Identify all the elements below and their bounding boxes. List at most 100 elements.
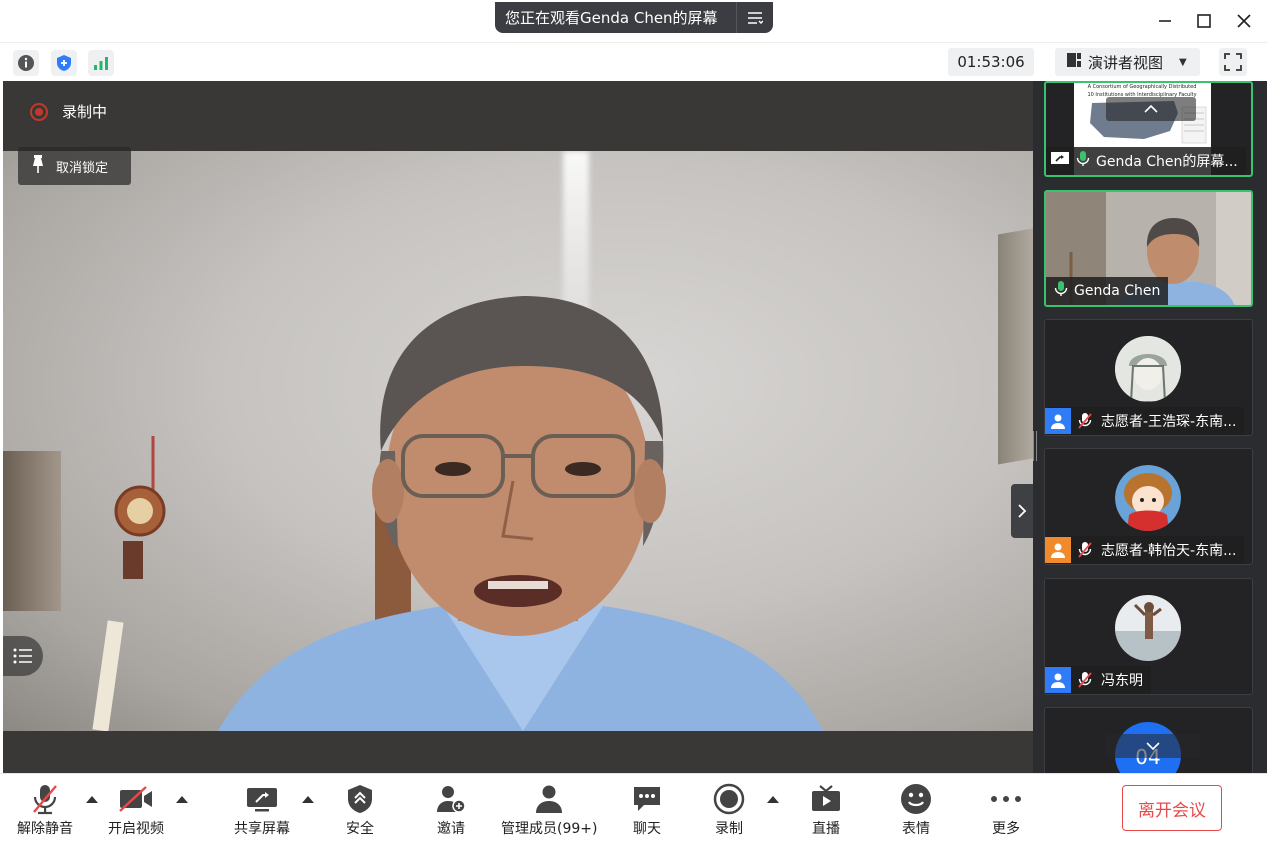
leave-meeting-button[interactable]: 离开会议	[1122, 785, 1222, 831]
mic-muted-icon	[1075, 411, 1095, 431]
user-icon	[1045, 537, 1071, 563]
screen-tile-namebar: Genda Chen的屏幕...	[1046, 147, 1246, 175]
list-menu-icon[interactable]	[3, 636, 43, 676]
share-options-caret[interactable]	[301, 794, 315, 804]
reactions-label: 表情	[902, 821, 930, 837]
share-screen-icon	[245, 782, 279, 816]
participant-tile[interactable]: 冯东明	[1044, 578, 1253, 695]
manage-members-button[interactable]: 管理成员(99+)	[501, 782, 597, 838]
meeting-window: 您正在观看Genda Chen的屏幕 01:53:06 演讲者视图 ▼ 录制中 …	[0, 0, 1267, 845]
chat-button[interactable]: 聊天	[632, 782, 662, 838]
pin-icon	[32, 154, 44, 178]
close-icon[interactable]	[1231, 8, 1257, 34]
add-user-icon	[435, 782, 467, 816]
user-icon	[1045, 408, 1071, 434]
avatar	[1115, 465, 1181, 531]
record-dot-icon	[30, 102, 48, 121]
mic-active-icon	[1054, 280, 1068, 302]
audio-options-caret[interactable]	[85, 794, 99, 804]
screen-share-icon	[1050, 151, 1070, 171]
speaker-video-stage: 录制中 取消锁定	[3, 81, 1033, 773]
share-screen-button[interactable]: 共享屏幕	[234, 782, 290, 838]
minimize-icon[interactable]	[1152, 8, 1178, 34]
info-icon[interactable]	[13, 50, 39, 76]
chat-label: 聊天	[633, 821, 661, 837]
members-icon	[534, 782, 564, 816]
participant-namebar: 志愿者-韩怡天-东南...	[1045, 536, 1245, 564]
live-label: 直播	[812, 821, 840, 837]
shield-icon[interactable]	[51, 50, 77, 76]
svg-text:A Consortium of Geographically: A Consortium of Geographically Distribut…	[1088, 84, 1197, 90]
screen-share-tile[interactable]: A Consortium of Geographically Distribut…	[1044, 81, 1253, 177]
share-menu-icon[interactable]	[737, 2, 773, 33]
fullscreen-icon[interactable]	[1219, 48, 1247, 76]
view-mode-dropdown[interactable]: 演讲者视图 ▼	[1055, 48, 1200, 76]
participant-namebar: 志愿者-王浩琛-东南...	[1045, 407, 1245, 435]
record-button[interactable]: 录制	[713, 782, 745, 838]
screen-tile-name: Genda Chen的屏幕...	[1096, 154, 1238, 170]
meeting-toolbar: 解除静音 开启视频 共享屏幕 安全 邀请 管理成员(99+) 聊天 录制 直播 …	[0, 773, 1267, 845]
live-button[interactable]: 直播	[810, 782, 842, 838]
mic-muted-icon	[30, 782, 60, 816]
participant-tile[interactable]: 志愿者-王浩琛-东南...	[1044, 319, 1253, 436]
participant-tile[interactable]: 04	[1044, 707, 1253, 773]
participant-namebar: 冯东明	[1045, 666, 1151, 694]
unmute-label: 解除静音	[17, 821, 73, 837]
security-icon	[346, 782, 374, 816]
record-options-caret[interactable]	[766, 794, 780, 804]
security-button[interactable]: 安全	[346, 782, 374, 838]
record-label: 录制	[715, 821, 743, 837]
view-mode-label: 演讲者视图	[1088, 53, 1164, 72]
video-tile-name: Genda Chen	[1074, 283, 1161, 299]
more-icon	[990, 782, 1022, 816]
participant-name: 志愿者-王浩琛-东南...	[1101, 414, 1237, 430]
participant-video-tile[interactable]: Genda Chen	[1044, 190, 1253, 307]
avatar	[1115, 336, 1181, 402]
more-button[interactable]: 更多	[990, 782, 1022, 838]
smiley-icon	[900, 782, 932, 816]
more-label: 更多	[992, 821, 1020, 837]
speaker-view-icon	[1066, 52, 1082, 72]
recording-indicator: 录制中	[30, 101, 107, 122]
meeting-info-bar: 01:53:06 演讲者视图 ▼	[0, 42, 1267, 80]
live-icon	[810, 782, 842, 816]
recording-label: 录制中	[62, 103, 108, 121]
share-banner-text: 您正在观看Genda Chen的屏幕	[505, 9, 718, 27]
security-label: 安全	[346, 821, 374, 837]
signal-icon[interactable]	[88, 50, 114, 76]
speaker-video	[3, 151, 1033, 731]
invite-label: 邀请	[437, 821, 465, 837]
chevron-down-icon: ▼	[1179, 56, 1187, 68]
mic-muted-icon	[1075, 540, 1095, 560]
unpin-button[interactable]: 取消锁定	[18, 147, 131, 185]
unmute-button[interactable]: 解除静音	[17, 782, 73, 838]
collapse-sidebar-button[interactable]	[1011, 484, 1033, 538]
video-tile-namebar: Genda Chen	[1046, 277, 1169, 305]
participant-tile[interactable]: 志愿者-韩怡天-东南...	[1044, 448, 1253, 565]
invite-button[interactable]: 邀请	[435, 782, 467, 838]
scroll-up-button[interactable]	[1106, 97, 1196, 121]
video-off-icon	[118, 782, 154, 816]
video-options-caret[interactable]	[175, 794, 189, 804]
meeting-timer: 01:53:06	[948, 48, 1034, 76]
chat-icon	[632, 782, 662, 816]
mic-active-icon	[1076, 150, 1090, 172]
title-bar: 您正在观看Genda Chen的屏幕	[0, 0, 1267, 42]
reactions-button[interactable]: 表情	[900, 782, 932, 838]
mic-muted-icon	[1075, 670, 1095, 690]
sidebar-resize-handle[interactable]	[1033, 431, 1037, 461]
start-video-button[interactable]: 开启视频	[108, 782, 164, 838]
participant-name: 志愿者-韩怡天-东南...	[1101, 543, 1237, 559]
screen-share-banner: 您正在观看Genda Chen的屏幕	[495, 2, 773, 33]
manage-members-label: 管理成员(99+)	[501, 821, 598, 837]
record-icon	[713, 782, 745, 816]
maximize-icon[interactable]	[1191, 8, 1217, 34]
scroll-down-button[interactable]	[1105, 734, 1200, 758]
start-video-label: 开启视频	[108, 821, 164, 837]
share-screen-label: 共享屏幕	[234, 821, 290, 837]
avatar	[1115, 595, 1181, 661]
user-icon	[1045, 667, 1071, 693]
participant-name: 冯东明	[1101, 673, 1143, 689]
speaker-figure	[92, 296, 823, 731]
participant-sidebar: A Consortium of Geographically Distribut…	[1033, 81, 1267, 773]
